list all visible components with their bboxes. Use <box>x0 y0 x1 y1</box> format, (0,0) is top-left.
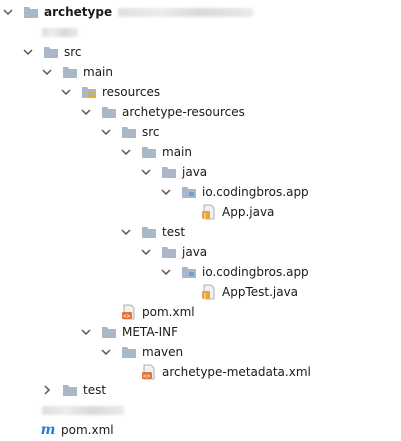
chevron-down-icon[interactable] <box>100 346 112 358</box>
tree-label-archetype: archetype <box>44 5 113 19</box>
chevron-down-icon[interactable] <box>80 326 92 338</box>
tree-row-src[interactable]: src <box>22 42 82 62</box>
chevron-down-icon[interactable] <box>140 246 152 258</box>
tree-row-test[interactable]: test <box>41 380 106 400</box>
folder-icon <box>23 5 39 19</box>
tree-label-ar-main-java: java <box>182 165 208 179</box>
tree-label-main: main <box>83 65 113 79</box>
tree-row-ar-pom[interactable]: <> pom.xml <box>121 302 195 322</box>
svg-text:<>: <> <box>143 373 151 380</box>
folder-icon <box>141 145 157 159</box>
tree-row-app-java[interactable]: J App.java <box>201 202 274 222</box>
folder-icon <box>62 65 78 79</box>
folder-icon <box>161 165 177 179</box>
xml-file-icon: <> <box>141 364 157 380</box>
tree-label-app-java: App.java <box>222 205 275 219</box>
tree-label-resources: resources <box>102 85 161 99</box>
tree-row-archetype-resources[interactable]: archetype-resources <box>80 102 245 122</box>
package-folder-icon <box>181 185 197 199</box>
tree-row-meta-inf[interactable]: META-INF <box>80 322 178 342</box>
folder-icon <box>62 383 78 397</box>
tree-label-root-pom: pom.xml <box>61 423 114 437</box>
tree-row-archetype[interactable]: archetype <box>2 2 254 22</box>
chevron-down-icon[interactable] <box>100 126 112 138</box>
tree-label-apptest-java: AppTest.java <box>222 285 299 299</box>
chevron-down-icon[interactable] <box>120 226 132 238</box>
tree-row-ar-main-java[interactable]: java <box>140 162 207 182</box>
redacted-path <box>118 7 254 17</box>
tree-row-root-pom[interactable]: m pom.xml <box>40 420 114 440</box>
xml-file-icon: <> <box>121 304 137 320</box>
java-file-icon: J <box>201 204 217 220</box>
tree-row-ar-test-package[interactable]: io.codingbros.app <box>160 262 309 282</box>
tree-label-maven: maven <box>142 345 184 359</box>
svg-text:J: J <box>203 212 206 220</box>
tree-row-main[interactable]: main <box>41 62 113 82</box>
tree-label-ar-main-package: io.codingbros.app <box>202 185 309 199</box>
tree-row-ar-main-package[interactable]: io.codingbros.app <box>160 182 309 202</box>
chevron-down-icon[interactable] <box>80 106 92 118</box>
tree-label-ar-main: main <box>162 145 192 159</box>
java-file-icon: J <box>201 284 217 300</box>
tree-row-maven[interactable]: maven <box>100 342 183 362</box>
folder-icon <box>121 345 137 359</box>
folder-icon <box>161 245 177 259</box>
redacted-item <box>42 405 124 415</box>
chevron-down-icon[interactable] <box>22 46 34 58</box>
tree-label-src: src <box>64 45 82 59</box>
project-tree: archetype src main resources archetype-r… <box>0 0 401 441</box>
folder-icon <box>121 125 137 139</box>
svg-text:<>: <> <box>123 313 131 320</box>
resources-folder-icon <box>81 85 97 99</box>
chevron-down-icon[interactable] <box>120 146 132 158</box>
chevron-right-icon[interactable] <box>41 384 53 396</box>
svg-text:J: J <box>203 292 206 300</box>
chevron-down-icon[interactable] <box>160 266 172 278</box>
tree-label-ar-src: src <box>142 125 160 139</box>
folder-icon <box>43 45 59 59</box>
tree-label-ar-test-package: io.codingbros.app <box>202 265 309 279</box>
tree-label-ar-test-java: java <box>182 245 208 259</box>
tree-label-archetype-resources: archetype-resources <box>122 105 245 119</box>
tree-row-redacted-1[interactable] <box>22 22 78 42</box>
folder-icon <box>101 325 117 339</box>
folder-icon <box>101 105 117 119</box>
tree-row-redacted-2[interactable] <box>22 400 124 420</box>
tree-label-test: test <box>83 383 107 397</box>
chevron-down-icon[interactable] <box>2 6 14 18</box>
tree-row-ar-main[interactable]: main <box>120 142 192 162</box>
tree-row-ar-src[interactable]: src <box>100 122 160 142</box>
tree-label-ar-pom: pom.xml <box>142 305 195 319</box>
tree-row-resources[interactable]: resources <box>60 82 160 102</box>
chevron-down-icon[interactable] <box>140 166 152 178</box>
package-folder-icon <box>181 265 197 279</box>
tree-row-ar-test-java[interactable]: java <box>140 242 207 262</box>
chevron-down-icon[interactable] <box>160 186 172 198</box>
chevron-down-icon[interactable] <box>60 86 72 98</box>
folder-icon <box>141 225 157 239</box>
tree-row-ar-test[interactable]: test <box>120 222 185 242</box>
tree-row-apptest-java[interactable]: J AppTest.java <box>201 282 298 302</box>
redacted-item <box>42 27 78 37</box>
tree-label-metadata-xml: archetype-metadata.xml <box>162 365 311 379</box>
tree-label-meta-inf: META-INF <box>122 325 179 339</box>
maven-icon: m <box>40 422 56 438</box>
tree-label-ar-test: test <box>162 225 186 239</box>
chevron-down-icon[interactable] <box>41 66 53 78</box>
tree-row-metadata-xml[interactable]: <> archetype-metadata.xml <box>141 362 311 382</box>
